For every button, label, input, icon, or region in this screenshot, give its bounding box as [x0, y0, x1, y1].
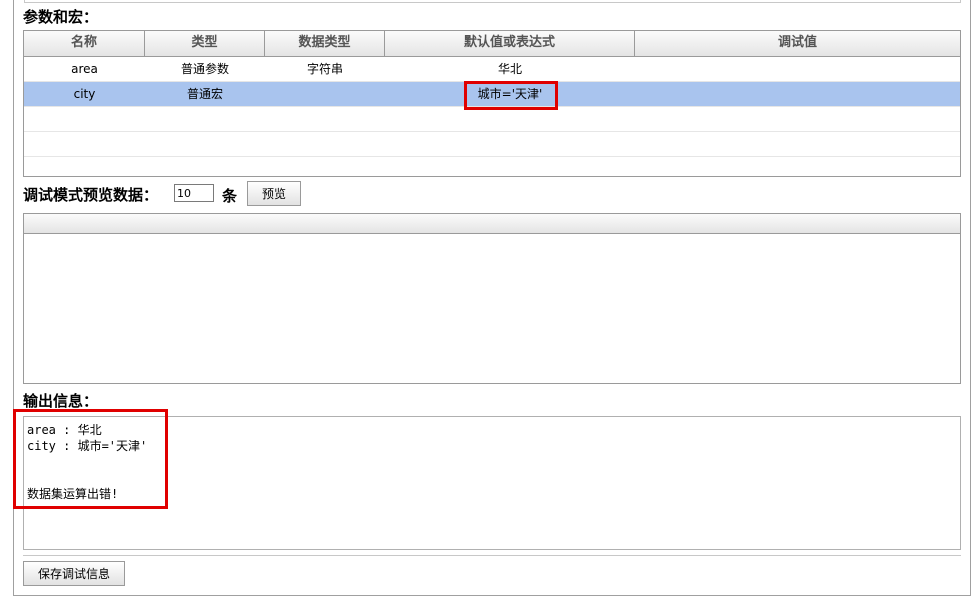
cell-name: area: [71, 62, 98, 76]
cell-name: city: [73, 87, 96, 101]
column-header-type[interactable]: 类型: [145, 31, 265, 56]
preview-button[interactable]: 预览: [247, 181, 301, 206]
column-header-name[interactable]: 名称: [24, 31, 145, 56]
cell-default[interactable]: 城市='天津': [385, 82, 635, 106]
cell-type: 普通参数: [180, 62, 229, 76]
table-row[interactable]: area 普通参数 字符串 华北: [24, 57, 960, 82]
table-row-selected[interactable]: city 普通宏 城市='天津': [24, 82, 960, 107]
column-header-data-type[interactable]: 数据类型: [265, 31, 385, 56]
params-grid-header: 名称 类型 数据类型 默认值或表达式 调试值: [24, 31, 960, 57]
column-header-default[interactable]: 默认值或表达式: [385, 31, 635, 56]
divider: [23, 555, 961, 556]
output-textarea[interactable]: area : 华北 city : 城市='天津' 数据集运算出错!: [23, 416, 961, 550]
preview-label: 调试模式预览数据：: [23, 186, 159, 204]
preview-grid-header: [24, 214, 960, 234]
cell-default[interactable]: 华北: [385, 57, 635, 81]
save-debug-info-button[interactable]: 保存调试信息: [23, 561, 125, 586]
params-grid: 名称 类型 数据类型 默认值或表达式 调试值 area 普通参数 字符串 华北 …: [23, 30, 961, 177]
top-edge: [24, 0, 961, 3]
row-count-input[interactable]: [174, 184, 214, 202]
empty-row: [24, 107, 960, 132]
output-line: city : 城市='天津': [27, 439, 148, 453]
column-header-debug-value[interactable]: 调试值: [635, 31, 960, 56]
cell-type: 普通宏: [186, 87, 223, 101]
cell-data-type: 字符串: [306, 62, 343, 76]
preview-data-grid: [23, 213, 961, 384]
output-line: 数据集运算出错!: [27, 487, 119, 501]
cell-data-type: [265, 82, 385, 106]
cell-debug-value[interactable]: [635, 57, 960, 81]
empty-row: [24, 132, 960, 157]
output-line: area : 华北: [27, 423, 102, 437]
params-section-title: 参数和宏：: [23, 8, 99, 26]
output-section-title: 输出信息：: [23, 392, 99, 410]
cell-debug-value[interactable]: [635, 82, 960, 106]
row-count-unit: 条: [222, 187, 238, 205]
